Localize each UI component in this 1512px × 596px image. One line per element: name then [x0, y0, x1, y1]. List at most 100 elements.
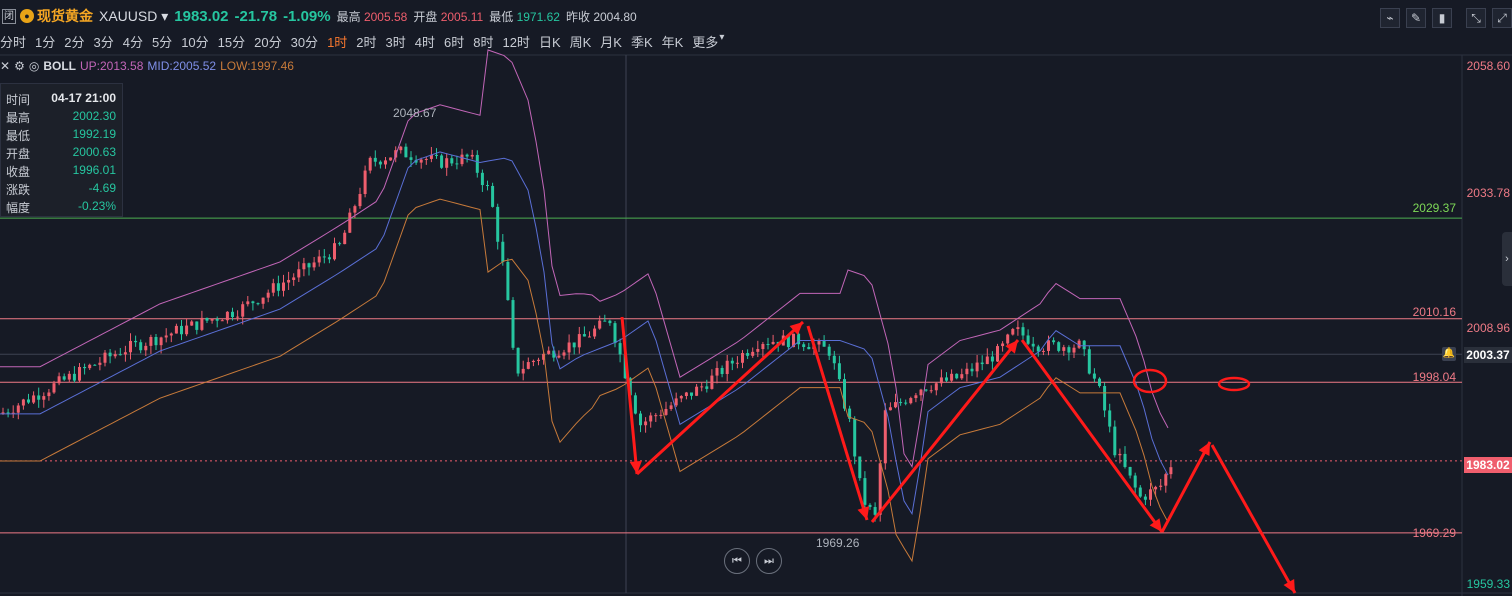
- candle-body: [491, 185, 495, 207]
- candle-body: [1052, 340, 1056, 343]
- candle-body: [1031, 343, 1035, 347]
- candle-body: [582, 334, 586, 337]
- candle-body: [6, 412, 10, 414]
- candle-body: [42, 396, 46, 400]
- candle-body: [705, 386, 709, 389]
- info-label: 最低: [6, 129, 31, 143]
- candle-body: [577, 334, 581, 348]
- info-row: 最低 1992.19: [6, 127, 116, 145]
- candle-body: [695, 386, 699, 396]
- min-price-annotation: 1969.26: [816, 536, 860, 550]
- candle-body: [1062, 347, 1066, 351]
- candle-body: [679, 395, 683, 399]
- candle-body: [123, 352, 127, 355]
- candle-body: [1149, 489, 1152, 500]
- candle-body: [389, 157, 393, 161]
- candle-body: [914, 395, 918, 399]
- candle-body: [1138, 487, 1142, 497]
- candle-body: [282, 282, 285, 291]
- candle-body: [684, 392, 688, 396]
- candle-body: [501, 241, 505, 262]
- candle-body: [883, 410, 887, 464]
- candle-body: [465, 154, 469, 157]
- candle-body: [445, 158, 449, 168]
- candle-body: [633, 395, 637, 414]
- candle-body: [72, 373, 76, 381]
- candle-body: [761, 343, 765, 350]
- candle-body: [1092, 373, 1096, 379]
- candle-body: [496, 206, 500, 242]
- candle-body: [169, 333, 173, 336]
- chevron-right-icon[interactable]: ›: [1502, 232, 1512, 286]
- candle-body: [1041, 350, 1045, 352]
- candle-body: [939, 377, 943, 384]
- candle-body: [154, 336, 158, 346]
- candle-body: [129, 340, 132, 353]
- candle-body: [919, 389, 923, 396]
- candle-body: [521, 368, 525, 374]
- candle-body: [985, 356, 989, 365]
- info-label: 最高: [6, 111, 31, 125]
- candle-body: [149, 336, 153, 346]
- candle-body: [516, 347, 520, 374]
- candle-body: [1026, 335, 1030, 344]
- candle-body: [598, 320, 602, 329]
- candle-body: [78, 366, 81, 381]
- candle-body: [108, 352, 112, 357]
- candle-body: [735, 362, 739, 364]
- max-price-annotation: 2048.67: [393, 106, 437, 120]
- candle-body: [1087, 349, 1091, 374]
- candle-body: [1072, 347, 1076, 353]
- info-row: 开盘 2000.63: [6, 145, 116, 163]
- candle-body: [929, 390, 933, 392]
- candle-body: [52, 383, 56, 393]
- level-label: 1998.04: [1412, 370, 1456, 384]
- candle-body: [312, 262, 316, 268]
- y-tick-label: 2058.60: [1466, 59, 1510, 73]
- next-page-button[interactable]: ⏭: [756, 548, 782, 574]
- candle-body: [1006, 334, 1010, 344]
- candle-body: [256, 303, 260, 305]
- candle-body: [134, 340, 138, 343]
- candle-body: [649, 415, 653, 422]
- trend-arrow-line: [806, 325, 869, 521]
- crosshair-info-box: 时间 04-17 21:00 最高 2002.30 最低 1992.19 开盘 2000.63…: [0, 83, 123, 217]
- info-value: 1992.19: [72, 127, 116, 141]
- candle-body: [103, 352, 107, 363]
- candle-body: [506, 261, 510, 301]
- candle-body: [618, 343, 622, 355]
- candle-body: [669, 405, 673, 409]
- candle-body: [588, 336, 591, 338]
- info-label: 幅度: [6, 201, 31, 215]
- candle-body: [970, 368, 974, 372]
- info-row: 收盘 1996.01: [6, 163, 116, 181]
- candle-body: [1159, 485, 1163, 487]
- candle-body: [1103, 386, 1107, 411]
- candle-body: [996, 346, 999, 362]
- candle-body: [924, 389, 928, 391]
- candle-body: [215, 319, 219, 321]
- candle-body: [210, 319, 214, 321]
- candle-body: [205, 317, 209, 321]
- candle-body: [960, 374, 964, 379]
- boll-lower-band: [0, 198, 1169, 563]
- candle-body: [231, 311, 234, 318]
- candle-body: [771, 341, 775, 345]
- candle-body: [511, 300, 515, 348]
- candle-body: [225, 311, 229, 321]
- trend-arrow-line: [1160, 441, 1212, 533]
- candle-body: [613, 323, 617, 344]
- candle-body: [180, 325, 183, 335]
- info-label: 涨跌: [6, 183, 31, 197]
- price-chart[interactable]: [0, 0, 1512, 596]
- candle-body: [1128, 466, 1132, 476]
- candle-body: [317, 256, 321, 263]
- bell-icon[interactable]: 🔔: [1442, 347, 1456, 361]
- candle-body: [674, 398, 678, 406]
- candle-body: [185, 325, 189, 335]
- candle-body: [817, 341, 821, 345]
- info-value: 2000.63: [72, 145, 116, 159]
- candle-body: [486, 185, 489, 187]
- prev-page-button[interactable]: ⏮: [724, 548, 750, 574]
- candle-body: [863, 478, 867, 505]
